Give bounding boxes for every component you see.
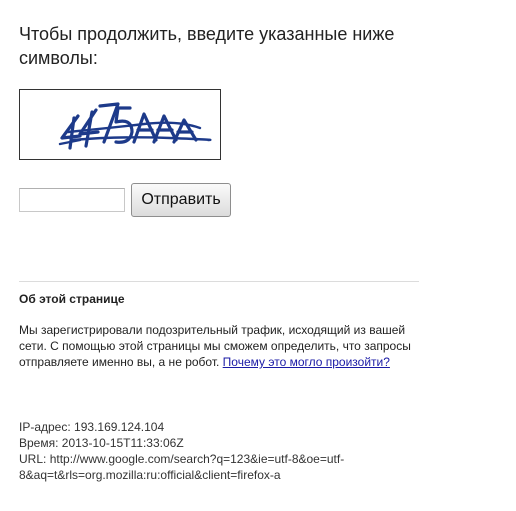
url-value-line1: http://www.google.com/search?q=123&ie=ut… (49, 452, 345, 466)
time-row: Время: 2013-10-15T11:33:06Z (19, 435, 399, 451)
captcha-image (19, 89, 221, 160)
time-value: 2013-10-15T11:33:06Z (61, 436, 184, 450)
time-label: Время: (19, 436, 59, 450)
ip-value: 193.169.124.104 (74, 420, 165, 434)
url-row: URL: http://www.google.com/search?q=123&… (19, 451, 399, 483)
ip-label: IP-адрес: (19, 420, 71, 434)
request-info: IP-адрес: 193.169.124.104 Время: 2013-10… (19, 419, 399, 483)
divider (19, 281, 419, 282)
page-heading-line2: символы: (19, 48, 98, 68)
captcha-glyphs (58, 102, 212, 150)
why-link[interactable]: Почему это могло произойти? (223, 355, 390, 369)
about-title: Об этой странице (19, 292, 125, 306)
url-label: URL: (19, 452, 47, 466)
page-heading: Чтобы продолжить, введите указанные ниже… (19, 22, 459, 70)
submit-button[interactable]: Отправить (131, 183, 231, 217)
about-text: Мы зарегистрировали подозрительный трафи… (19, 322, 419, 370)
url-value-line2: 8&aq=t&rls=org.mozilla:ru:official&clien… (19, 468, 281, 482)
ip-row: IP-адрес: 193.169.124.104 (19, 419, 399, 435)
captcha-input[interactable] (19, 188, 125, 212)
page-heading-line1: Чтобы продолжить, введите указанные ниже (19, 24, 395, 44)
